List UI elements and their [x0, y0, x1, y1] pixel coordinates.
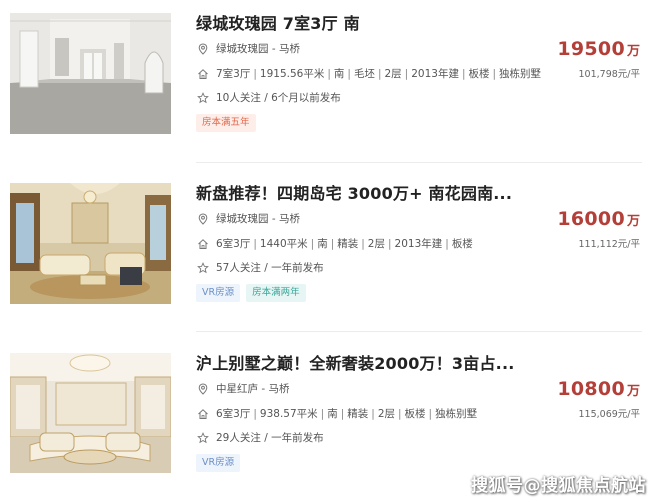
price-value: 19500 — [557, 38, 625, 60]
location-pin-icon — [198, 382, 208, 395]
listing-title[interactable]: 新盘推荐！四期岛宅 3000万+ 南花园南... — [196, 180, 512, 204]
listing-location: 绿城玫瑰园 - 马桥 — [197, 211, 300, 226]
info-item: 独栋别墅 — [435, 408, 478, 420]
listing-info: 6室3厅 | 938.57平米 | 南 | 精装 | 2层 | 板楼 | 独栋别墅 — [197, 406, 477, 421]
info-item: 2层 — [367, 238, 385, 250]
watermark: 搜狐号@搜狐焦点航站 — [471, 476, 646, 496]
listing-follow: 29人关注 / 一年前发布 — [197, 430, 324, 445]
listing-title[interactable]: 绿城玫瑰园 7室3厅 南 — [196, 10, 360, 34]
star-icon — [197, 431, 209, 443]
house-icon — [198, 68, 208, 79]
price-unit: 万 — [626, 214, 640, 229]
price-unit: 万 — [626, 384, 640, 399]
info-item: 1915.56平米 — [259, 68, 325, 80]
info-item: 2013年建 — [394, 238, 443, 250]
tag-badge: VR房源 — [196, 284, 241, 302]
listing-tags: VR房源 房本满两年 — [196, 284, 306, 302]
follow-text: 29人关注 / 一年前发布 — [216, 432, 324, 444]
info-item: 板楼 — [451, 238, 473, 250]
listing-info: 6室3厅 | 1440平米 | 南 | 精装 | 2层 | 2013年建 | 板楼 — [197, 236, 473, 251]
info-item: 板楼 — [468, 68, 490, 80]
info-item: 南 — [317, 238, 328, 250]
house-icon — [198, 238, 208, 249]
location-text: 绿城玫瑰园 - 马桥 — [216, 213, 300, 225]
listing-photo[interactable] — [10, 353, 171, 473]
listing-follow: 10人关注 / 6个月以前发布 — [197, 90, 341, 105]
unit-price: 115,069元/平 — [578, 409, 641, 420]
divider — [196, 331, 642, 332]
follow-text: 10人关注 / 6个月以前发布 — [216, 92, 341, 104]
listing-card[interactable]: 绿城玫瑰园 7室3厅 南 绿城玫瑰园 - 马桥 7室3厅 | 1915.56平米 |… — [0, 0, 660, 164]
listing-price: 10800 万 — [557, 378, 640, 400]
unit-price: 111,112元/平 — [578, 239, 641, 250]
location-text: 绿城玫瑰园 - 马桥 — [216, 43, 300, 55]
info-item: 7室3厅 — [216, 68, 251, 80]
info-item: 精装 — [337, 238, 359, 250]
luxury-living-room-photo — [10, 183, 171, 304]
house-icon — [198, 408, 208, 419]
location-pin-icon — [198, 212, 208, 225]
info-item: 1440平米 — [259, 238, 308, 250]
listing-tags: 房本满五年 — [196, 114, 256, 132]
info-item: 南 — [333, 68, 345, 80]
ornate-villa-interior-photo — [10, 353, 171, 473]
info-item: 2层 — [377, 408, 395, 420]
unit-price: 101,798元/平 — [578, 69, 641, 80]
listing-photo[interactable] — [10, 183, 171, 304]
info-item: 2层 — [384, 68, 402, 80]
follow-text: 57人关注 / 一年前发布 — [216, 262, 324, 274]
divider — [196, 162, 642, 163]
listing-info: 7室3厅 | 1915.56平米 | 南 | 毛坯 | 2层 | 2013年建 | 板楼 | … — [197, 66, 541, 81]
info-item: 6室3厅 — [216, 238, 251, 250]
listing-title[interactable]: 沪上别墅之巅！全新奢装2000万！3亩占... — [196, 350, 515, 374]
listing-tags: VR房源 — [196, 454, 241, 472]
location-pin-icon — [198, 42, 208, 55]
info-item: 板楼 — [404, 408, 426, 420]
star-icon — [197, 261, 209, 273]
listing-location: 绿城玫瑰园 - 马桥 — [197, 41, 300, 56]
info-item: 6室3厅 — [216, 408, 251, 420]
info-item: 精装 — [347, 408, 369, 420]
info-item: 毛坯 — [353, 68, 375, 80]
listing-card[interactable]: 新盘推荐！四期岛宅 3000万+ 南花园南... 绿城玫瑰园 - 马桥 6室3厅… — [0, 170, 660, 334]
info-item: 独栋别墅 — [499, 68, 542, 80]
listing-follow: 57人关注 / 一年前发布 — [197, 260, 324, 275]
tag-badge: 房本满五年 — [196, 114, 256, 132]
price-value: 16000 — [557, 208, 625, 230]
listing-price: 19500 万 — [557, 38, 640, 60]
listing-location: 中星红庐 - 马桥 — [197, 381, 289, 396]
info-item: 938.57平米 — [259, 408, 318, 420]
info-item: 南 — [327, 408, 338, 420]
listing-photo[interactable] — [10, 13, 171, 134]
star-icon — [197, 91, 209, 103]
location-text: 中星红庐 - 马桥 — [216, 383, 290, 395]
tag-badge: VR房源 — [196, 454, 241, 472]
listing-price: 16000 万 — [557, 208, 640, 230]
price-value: 10800 — [557, 378, 625, 400]
tag-badge: 房本满两年 — [246, 284, 306, 302]
info-item: 2013年建 — [411, 68, 459, 80]
price-unit: 万 — [626, 44, 640, 59]
empty-villa-interior-photo — [10, 13, 171, 134]
